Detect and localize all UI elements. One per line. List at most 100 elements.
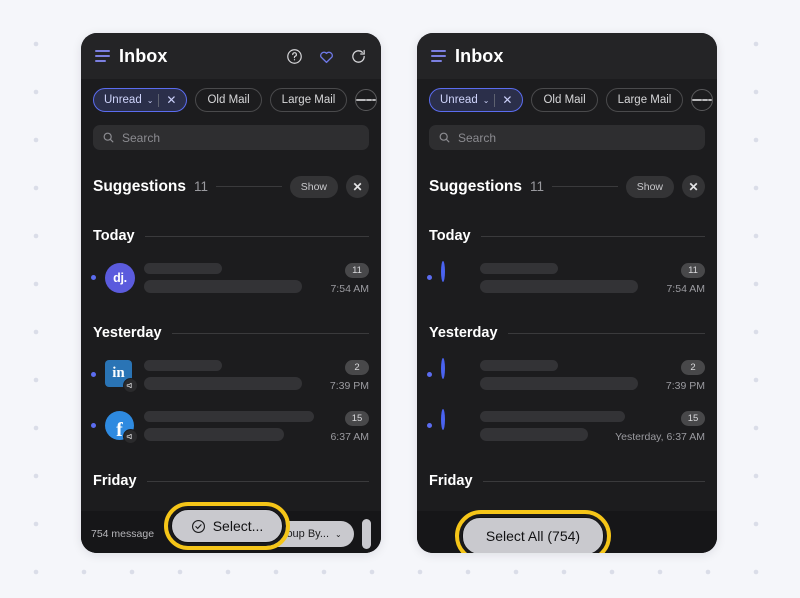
- screenshot-canvas: Inbox Unread ⌄ ✕ Old Mail Large Mail Sea…: [0, 0, 800, 598]
- filter-chip-row-left: Unread ⌄ ✕ Old Mail Large Mail: [81, 79, 381, 121]
- filter-chip-old-mail[interactable]: Old Mail: [195, 88, 262, 112]
- section-title: Today: [93, 228, 135, 244]
- divider: [144, 235, 369, 237]
- section-title: Today: [429, 228, 471, 244]
- message-count-badge: 11: [345, 263, 369, 278]
- timestamp: 7:39 PM: [329, 380, 369, 392]
- mail-row[interactable]: in 2 7:39 PM: [91, 357, 369, 393]
- search-placeholder: Search: [122, 130, 161, 145]
- avatar[interactable]: f: [105, 410, 138, 444]
- select-all-button[interactable]: Select All (754): [460, 515, 606, 553]
- select-all-label: Select All (754): [485, 528, 581, 544]
- divider: [552, 186, 618, 187]
- mail-row[interactable]: 2 7:39 PM: [427, 357, 705, 392]
- app-header-right: Inbox: [417, 33, 717, 79]
- mail-row[interactable]: f 15 6:37 AM: [91, 408, 369, 444]
- timestamp: 7:54 AM: [666, 283, 705, 295]
- dismiss-suggestions-button[interactable]: ✕: [682, 175, 705, 198]
- selection-circle-icon[interactable]: [441, 260, 445, 282]
- page-title: Inbox: [455, 45, 504, 66]
- avatar[interactable]: [441, 408, 471, 441]
- show-suggestions-button[interactable]: Show: [625, 175, 674, 198]
- filter-lines-icon[interactable]: [355, 89, 378, 111]
- chip-divider: [158, 93, 160, 107]
- filter-chip-unread[interactable]: Unread ⌄ ✕: [429, 88, 524, 112]
- mail-row[interactable]: 15 Yesterday, 6:37 AM: [427, 408, 705, 443]
- mail-row[interactable]: dj. 11 7:54 AM: [91, 260, 369, 295]
- unread-dot: [427, 275, 432, 280]
- filter-chip-row-right: Unread ⌄ ✕ Old Mail Large Mail: [417, 79, 717, 121]
- overflow-button[interactable]: [361, 519, 371, 549]
- suggestions-title: Suggestions: [93, 177, 187, 195]
- mail-row[interactable]: 11 7:54 AM: [427, 260, 705, 295]
- message-count-badge: 15: [345, 411, 369, 426]
- search-placeholder: Search: [458, 130, 497, 145]
- suggestions-header-right: Suggestions 11 Show ✕: [429, 150, 705, 198]
- chevron-down-icon[interactable]: ⌄: [147, 97, 154, 105]
- message-count-badge: 11: [681, 263, 705, 278]
- select-button[interactable]: Select...: [169, 507, 285, 545]
- section-header-friday-right: Friday: [429, 473, 705, 489]
- mail-row-meta: 11 7:54 AM: [647, 260, 705, 295]
- mail-row-meta: 2 7:39 PM: [311, 357, 369, 392]
- app-header-left: Inbox: [81, 33, 381, 79]
- search-bar-container-right: Search: [417, 121, 717, 150]
- search-input[interactable]: Search: [93, 125, 369, 150]
- divider: [482, 480, 705, 482]
- mail-app-panel-after: Inbox Unread ⌄ ✕ Old Mail Large Mail Sea…: [417, 33, 717, 553]
- filter-chip-large-mail[interactable]: Large Mail: [269, 88, 348, 112]
- mail-row-placeholder-content: [144, 262, 302, 293]
- divider: [507, 332, 705, 334]
- section-title: Friday: [93, 473, 137, 489]
- filter-chip-unread[interactable]: Unread ⌄ ✕: [93, 88, 188, 112]
- mail-row-meta: 15 Yesterday, 6:37 AM: [611, 408, 705, 443]
- section-header-yesterday-left: Yesterday: [93, 325, 369, 341]
- megaphone-icon: [123, 377, 138, 393]
- suggestions-count: 11: [530, 179, 545, 194]
- unread-dot: [91, 423, 96, 428]
- chevron-down-icon[interactable]: ⌄: [483, 97, 490, 105]
- avatar[interactable]: dj.: [105, 262, 135, 293]
- mail-app-panel-before: Inbox Unread ⌄ ✕ Old Mail Large Mail Sea…: [81, 33, 381, 553]
- close-icon[interactable]: ✕: [500, 94, 514, 106]
- filter-lines-icon[interactable]: [691, 89, 714, 111]
- show-suggestions-button[interactable]: Show: [289, 175, 338, 198]
- section-header-today-left: Today: [93, 228, 369, 244]
- hamburger-icon[interactable]: [431, 49, 446, 63]
- selection-circle-icon[interactable]: [441, 408, 445, 430]
- avatar[interactable]: in: [105, 359, 138, 393]
- timestamp: 7:54 AM: [330, 283, 369, 295]
- filter-chip-old-mail[interactable]: Old Mail: [531, 88, 598, 112]
- heart-icon[interactable]: [318, 48, 335, 65]
- section-title: Yesterday: [93, 325, 162, 341]
- dismiss-suggestions-button[interactable]: ✕: [346, 175, 369, 198]
- chevron-down-icon: ⌄: [335, 530, 342, 539]
- check-circle-icon: [191, 519, 205, 533]
- timestamp: Yesterday, 6:37 AM: [615, 431, 705, 443]
- section-header-friday-left: Friday: [93, 473, 369, 489]
- search-input[interactable]: Search: [429, 125, 705, 150]
- mail-row-placeholder-content: [144, 359, 302, 390]
- divider: [171, 332, 369, 334]
- suggestions-count: 11: [194, 179, 209, 194]
- mail-row-placeholder-content: [480, 359, 638, 390]
- avatar[interactable]: [441, 357, 471, 390]
- filter-chip-unread-label: Unread: [104, 94, 142, 106]
- help-icon[interactable]: [286, 48, 303, 65]
- filter-chip-large-mail[interactable]: Large Mail: [605, 88, 684, 112]
- close-icon[interactable]: ✕: [164, 94, 178, 106]
- mail-row-meta: 2 7:39 PM: [647, 357, 705, 392]
- divider: [216, 186, 282, 187]
- refresh-icon[interactable]: [350, 48, 367, 65]
- message-count-text: 754 message: [91, 528, 155, 540]
- avatar[interactable]: [441, 260, 471, 293]
- unread-dot: [427, 423, 432, 428]
- chip-divider: [494, 93, 496, 107]
- section-title: Yesterday: [429, 325, 498, 341]
- mail-row-placeholder-content: [144, 410, 314, 441]
- message-count-badge: 15: [681, 411, 705, 426]
- hamburger-icon[interactable]: [95, 49, 110, 63]
- message-count-badge: 2: [345, 360, 369, 375]
- mail-row-meta: 11 7:54 AM: [311, 260, 369, 295]
- selection-circle-icon[interactable]: [441, 357, 445, 379]
